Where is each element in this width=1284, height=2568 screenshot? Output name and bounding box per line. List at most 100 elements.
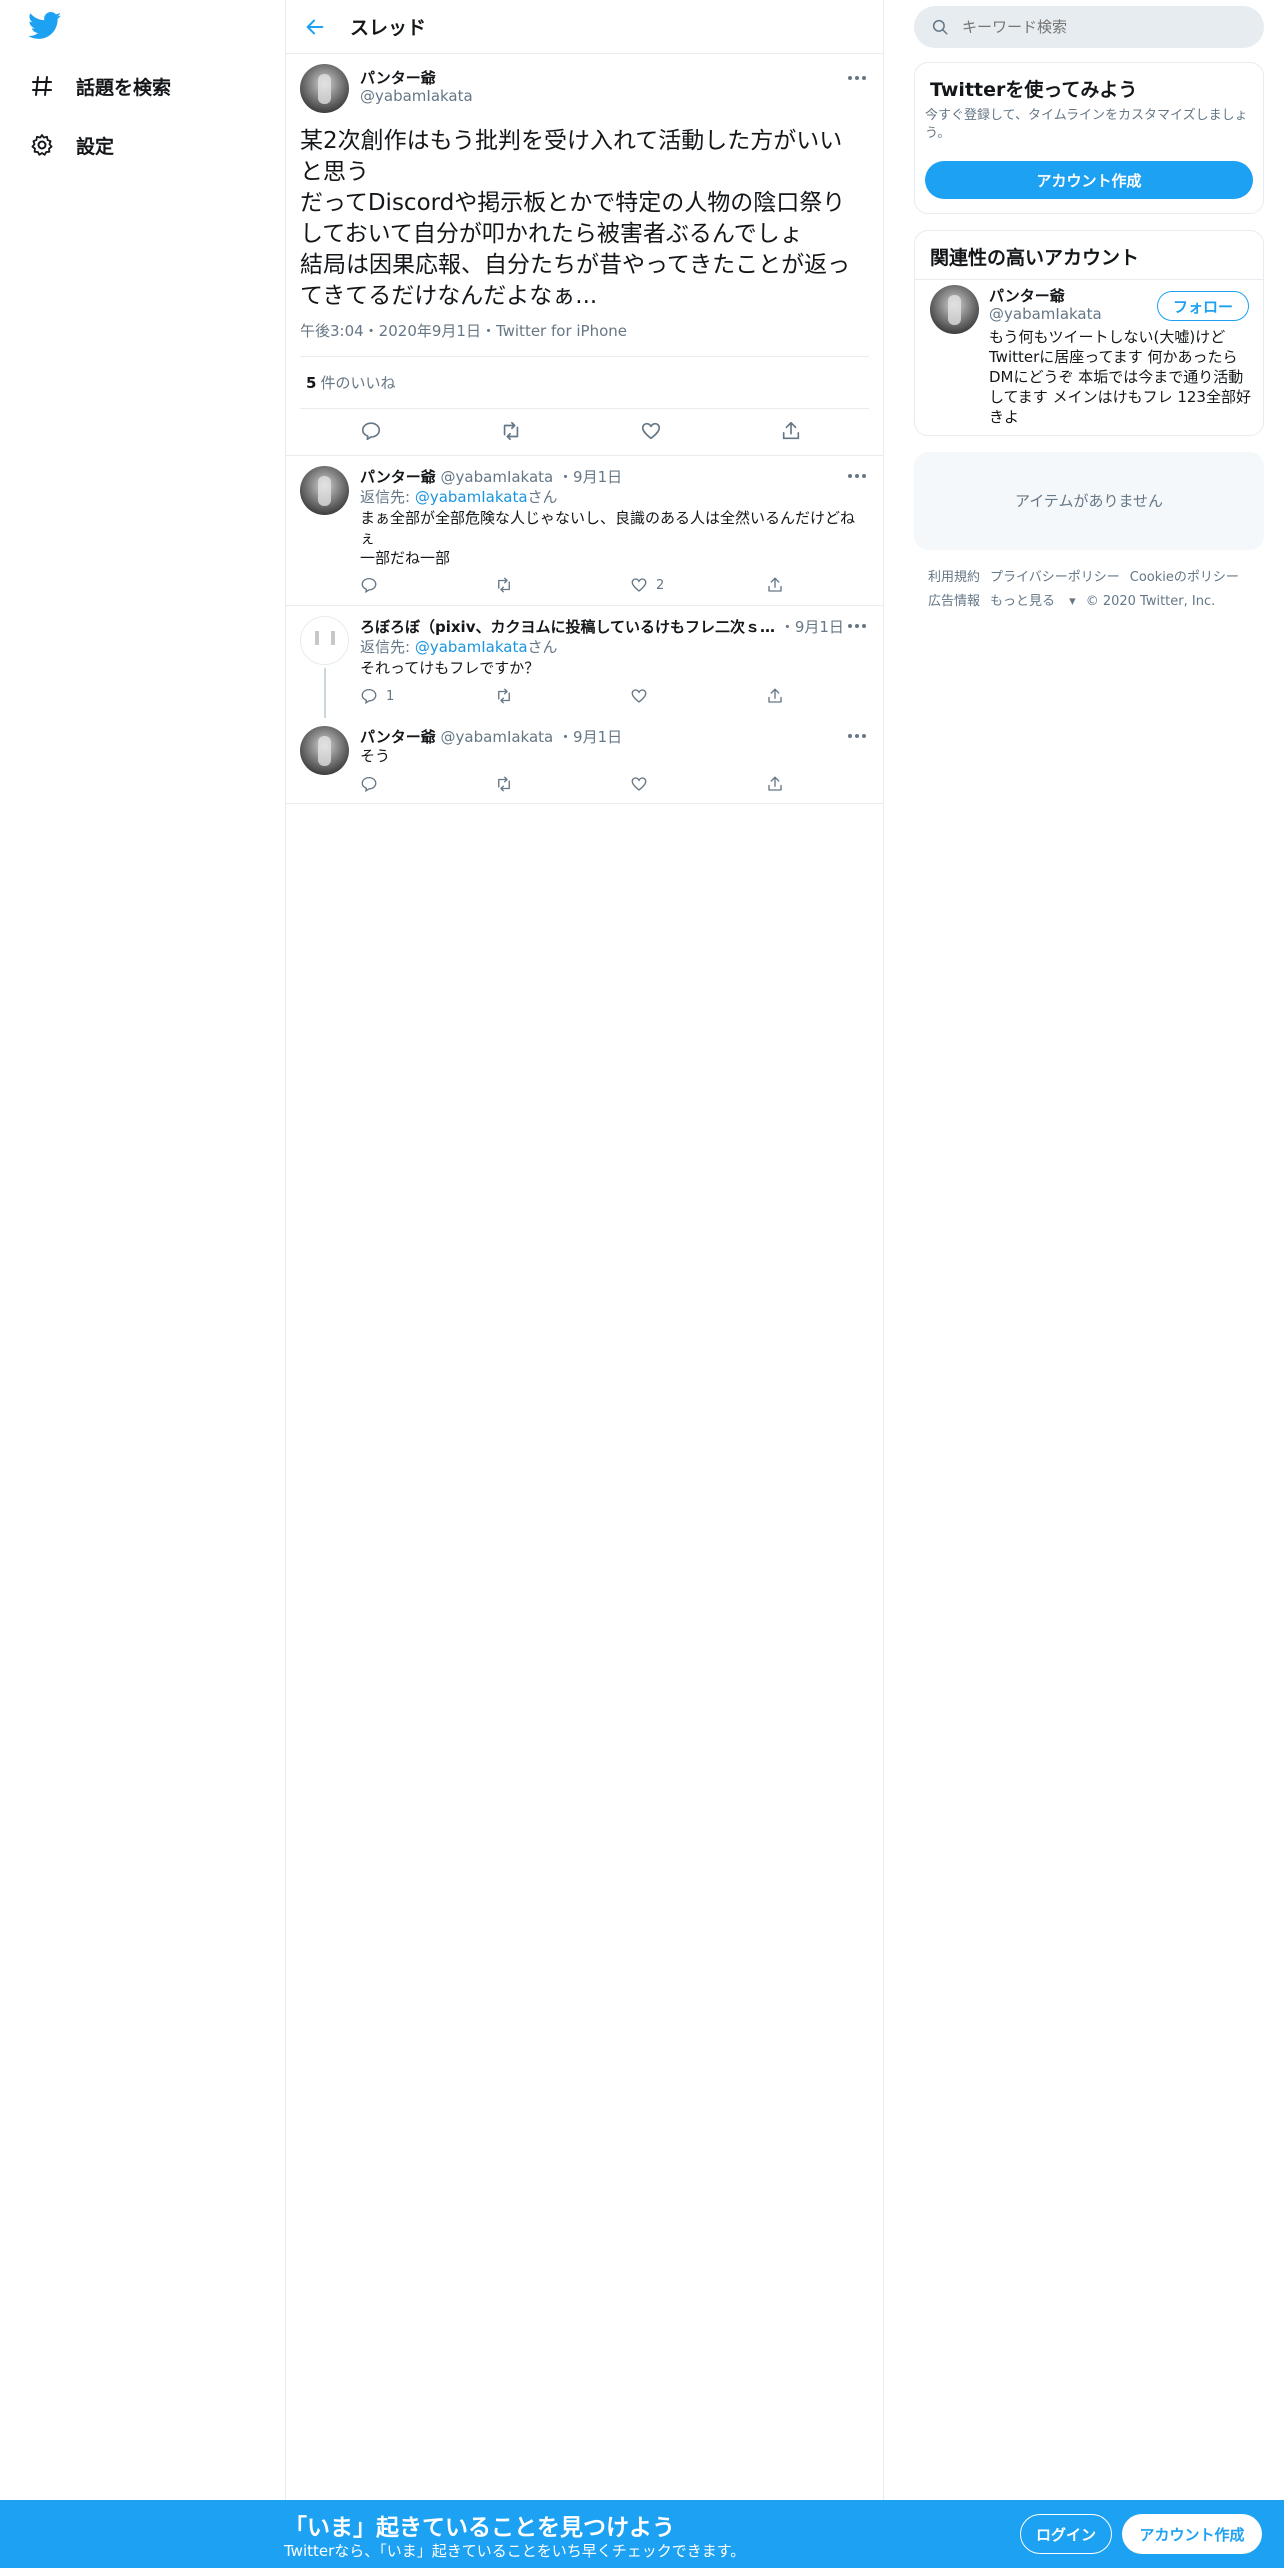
tweet-text: まぁ全部が全部危険な人じゃないし、良識のある人は全然いるんだけどねぇ 一部だね一…: [360, 509, 856, 567]
divider: [300, 408, 869, 409]
reply-to: 返信先: @yabamIakataさん: [360, 636, 558, 657]
author-name[interactable]: パンター爺: [360, 468, 436, 486]
footer-cookie-link[interactable]: Cookieのポリシー: [1130, 570, 1239, 585]
related-accounts-title: 関連性の高いアカウント: [930, 247, 1140, 269]
share-icon[interactable]: [766, 685, 784, 707]
tweet-actions: 1: [360, 685, 800, 707]
reply-icon[interactable]: [358, 418, 384, 444]
more-icon[interactable]: [845, 70, 869, 86]
account-name[interactable]: パンター爺: [989, 285, 1065, 306]
tweet-text: そう: [360, 747, 391, 765]
avatar[interactable]: [300, 616, 349, 665]
retweet-icon[interactable]: [494, 685, 514, 707]
reply-suffix: さん: [527, 488, 558, 506]
reply-icon[interactable]: [360, 773, 378, 795]
login-button[interactable]: ログイン: [1020, 2514, 1112, 2554]
author-name[interactable]: パンター爺: [360, 728, 436, 746]
empty-trends-card: アイテムがありません: [914, 452, 1264, 550]
author-handle[interactable]: @yabamIakata: [360, 87, 473, 105]
account-bio: もう何もツイートしない(大嘘)けどTwitterに居座ってます 何かあったらDM…: [989, 328, 1251, 426]
search-icon: [930, 17, 950, 37]
like-heart-icon[interactable]: [630, 685, 656, 707]
bottom-bar-subtitle: Twitterなら、「いま」起きていることをいち早くチェックできます。: [284, 2542, 746, 2560]
tweet-text: それってけもフレですか？: [360, 659, 540, 677]
share-icon[interactable]: [778, 418, 804, 444]
signup-card-title: Twitterを使ってみよう: [930, 79, 1138, 101]
author-handle[interactable]: @yabamIakata: [441, 728, 554, 746]
reply-prefix: 返信先:: [360, 638, 415, 656]
footer-more-label: もっと見る: [990, 594, 1056, 609]
empty-message: アイテムがありません: [1014, 492, 1164, 510]
divider: [300, 356, 869, 357]
tweet-header: ろぼろぼ（pixiv、カクヨムに投稿しているけもフレ二次ｓ… ・9月1日: [360, 616, 844, 637]
reply-tweet[interactable]: ろぼろぼ（pixiv、カクヨムに投稿しているけもフレ二次ｓ… ・9月1日 返信先…: [286, 606, 883, 718]
twitter-logo-icon[interactable]: [28, 12, 64, 42]
reply-prefix: 返信先:: [360, 488, 415, 506]
avatar[interactable]: [930, 285, 979, 334]
more-icon[interactable]: [845, 728, 869, 744]
retweet-icon[interactable]: [494, 574, 514, 596]
reply-icon[interactable]: 1: [360, 685, 394, 707]
footer-terms-link[interactable]: 利用規約: [928, 570, 980, 585]
tweet-text: 某2次創作はもう批判を受け入れて活動した方がいいと思う だってDiscordや掲…: [300, 128, 851, 309]
mention-link[interactable]: @yabamIakata: [415, 488, 528, 506]
divider: [915, 279, 1263, 280]
like-heart-icon[interactable]: [638, 418, 664, 444]
likes-summary[interactable]: 5 件のいいね: [306, 372, 395, 393]
mention-link[interactable]: @yabamIakata: [415, 638, 528, 656]
tweet-meta[interactable]: 午後3:04・2020年9月1日・Twitter for iPhone: [300, 320, 627, 341]
search-input[interactable]: [962, 18, 1242, 36]
reply-to: 返信先: @yabamIakataさん: [360, 486, 558, 507]
thread-header: スレッド: [286, 0, 883, 54]
thread-connector: [324, 668, 326, 718]
likes-label: 件のいいね: [320, 374, 396, 392]
avatar[interactable]: [300, 726, 349, 775]
like-count: 2: [656, 577, 665, 593]
author-name[interactable]: パンター爺: [360, 67, 436, 88]
retweet-icon[interactable]: [498, 418, 524, 444]
reply-icon[interactable]: [360, 574, 386, 596]
nav-settings[interactable]: 設定: [28, 125, 114, 165]
like-heart-icon[interactable]: 2: [630, 574, 664, 596]
tweet-date[interactable]: ・9月1日: [780, 618, 844, 636]
avatar[interactable]: [300, 466, 349, 515]
signup-button[interactable]: アカウント作成: [1122, 2514, 1262, 2554]
reply-tweet[interactable]: パンター爺 @yabamIakata ・9月1日 返信先: @yabamIaka…: [286, 456, 883, 606]
avatar[interactable]: [300, 64, 349, 113]
left-nav: 話題を検索 設定: [0, 0, 286, 2568]
reply-count: 1: [386, 688, 395, 704]
more-icon[interactable]: [845, 468, 869, 484]
author-handle[interactable]: @yabamIakata: [441, 468, 554, 486]
footer-privacy-link[interactable]: プライバシーポリシー: [990, 570, 1120, 585]
related-accounts-card: 関連性の高いアカウント パンター爺 @yabamIakata フォロー もう何も…: [914, 230, 1264, 436]
tweet-actions: [286, 418, 883, 450]
create-account-button[interactable]: アカウント作成: [925, 161, 1253, 199]
author-name[interactable]: ろぼろぼ（pixiv、カクヨムに投稿しているけもフレ二次ｓ…: [360, 618, 775, 636]
share-icon[interactable]: [766, 773, 784, 795]
nav-explore-label: 話題を検索: [76, 76, 172, 99]
focused-tweet: パンター爺 @yabamIakata 某2次創作はもう批判を受け入れて活動した方…: [286, 54, 883, 456]
bottom-signup-bar: 「いま」起きていることを見つけよう Twitterなら、「いま」起きていることを…: [0, 2500, 1284, 2568]
more-icon[interactable]: [845, 618, 869, 634]
tweet-header: パンター爺 @yabamIakata ・9月1日: [360, 726, 622, 747]
search-box[interactable]: [914, 6, 1264, 48]
account-handle[interactable]: @yabamIakata: [989, 305, 1102, 323]
back-arrow-icon[interactable]: [300, 12, 330, 42]
bottom-bar-title: 「いま」起きていることを見つけよう: [284, 2515, 675, 2541]
share-icon[interactable]: [766, 574, 784, 596]
like-heart-icon[interactable]: [630, 773, 648, 795]
gear-icon: [28, 131, 56, 159]
follow-button[interactable]: フォロー: [1157, 291, 1249, 321]
footer-ads-link[interactable]: 広告情報: [928, 594, 980, 609]
reply-tweet[interactable]: パンター爺 @yabamIakata ・9月1日 そう: [286, 716, 883, 804]
tweet-date[interactable]: ・9月1日: [558, 728, 622, 746]
signup-card: Twitterを使ってみよう 今すぐ登録して、タイムラインをカスタマイズしましょ…: [914, 62, 1264, 214]
tweet-date[interactable]: ・9月1日: [558, 468, 622, 486]
tweet-header: パンター爺 @yabamIakata ・9月1日: [360, 466, 622, 487]
footer-more-link[interactable]: もっと見る ▾: [990, 594, 1076, 609]
nav-explore[interactable]: 話題を検索: [28, 66, 171, 106]
retweet-icon[interactable]: [494, 773, 514, 795]
page-title: スレッド: [350, 17, 427, 39]
hashtag-icon: [28, 72, 56, 100]
footer-links: 利用規約 プライバシーポリシー Cookieのポリシー 広告情報 もっと見る ▾ © 2…: [928, 566, 1258, 614]
